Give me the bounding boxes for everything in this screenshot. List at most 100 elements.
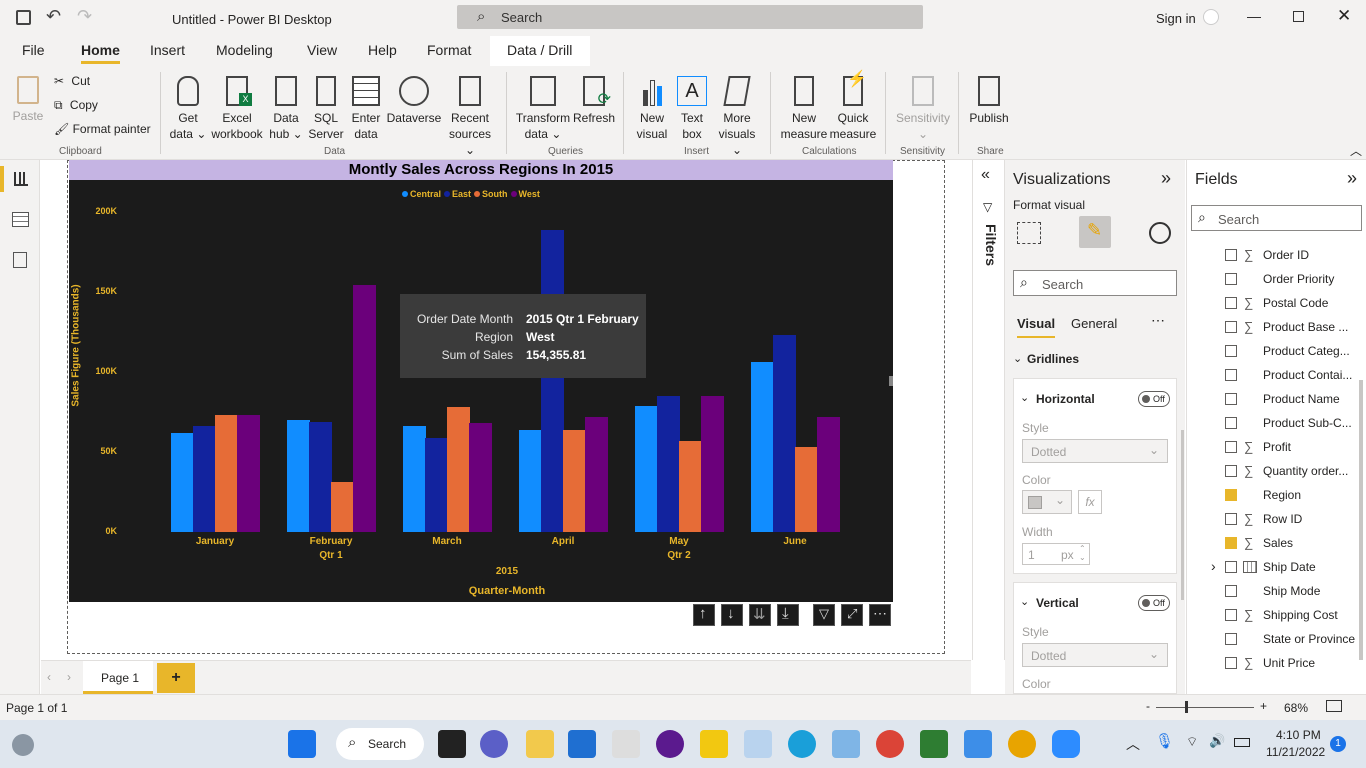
transform-data-button[interactable]: Transform data ⌄ (514, 76, 572, 142)
media-player-icon[interactable] (656, 730, 684, 758)
clock-date[interactable]: 11/21/2022 (1266, 745, 1325, 759)
field-checkbox[interactable] (1225, 585, 1237, 597)
field-item[interactable]: State or Province (1187, 628, 1357, 652)
bar-west-february[interactable] (353, 285, 376, 532)
clock-time[interactable]: 4:10 PM (1276, 728, 1321, 742)
field-checkbox[interactable] (1225, 321, 1237, 333)
chart-legend[interactable]: Central East South West (399, 189, 540, 199)
task-view-icon[interactable] (438, 730, 466, 758)
bar-east-march[interactable] (425, 437, 448, 532)
field-checkbox[interactable] (1225, 561, 1237, 573)
recent-sources-button[interactable]: Recent sources ⌄ (444, 76, 496, 158)
horizontal-toggle[interactable]: Off (1138, 391, 1170, 407)
tools-icon[interactable] (832, 730, 860, 758)
excel-workbook-button[interactable]: X Excel workbook (210, 76, 264, 142)
field-item[interactable]: ∑ Product Base ... (1187, 316, 1357, 340)
model-view-icon[interactable] (13, 252, 27, 268)
chevron-up-icon[interactable]: ︿ (1126, 734, 1140, 754)
sql-server-button[interactable]: SQL Server (306, 76, 346, 142)
maximize-button[interactable] (1293, 11, 1304, 22)
legend-label[interactable]: East (452, 189, 471, 199)
field-item[interactable]: Product Contai... (1187, 364, 1357, 388)
collapse-pane-icon[interactable]: » (1161, 168, 1171, 189)
copy-button[interactable]: ⧉ Copy (54, 98, 98, 113)
bar-central-april[interactable] (519, 429, 542, 532)
bar-central-may[interactable] (635, 405, 658, 532)
report-view-icon[interactable] (0, 166, 4, 192)
legend-label[interactable]: Central (410, 189, 441, 199)
drill-down-icon[interactable]: ↓ (721, 604, 743, 626)
new-measure-button[interactable]: New measure (778, 76, 830, 142)
volume-icon[interactable]: 🔊 (1209, 733, 1225, 749)
chevron-down-icon[interactable]: ⌄ (1020, 595, 1029, 608)
field-item[interactable]: ∑ Unit Price (1187, 652, 1357, 676)
paste-button[interactable]: Paste (10, 76, 46, 124)
avatar[interactable] (1203, 9, 1219, 25)
global-search[interactable]: ⌕ Search (457, 5, 923, 29)
tab-view[interactable]: View (307, 42, 337, 58)
bar-central-june[interactable] (751, 362, 774, 532)
collapse-pane-icon[interactable]: » (1347, 168, 1357, 189)
store-icon[interactable] (568, 730, 596, 758)
cut-button[interactable]: ✂ Cut (54, 74, 90, 88)
expand-filters-icon[interactable]: « (981, 166, 990, 184)
expand-hierarchy-icon[interactable]: ⤓ (777, 604, 799, 626)
bar-south-june[interactable] (795, 447, 818, 532)
chart-app-icon[interactable] (920, 730, 948, 758)
focus-mode-icon[interactable]: ⤢ (841, 604, 863, 626)
format-painter-button[interactable]: 🖌 Format painter (54, 122, 151, 136)
field-checkbox[interactable] (1225, 513, 1237, 525)
add-page-button[interactable]: + (157, 663, 195, 693)
edge-icon[interactable] (788, 730, 816, 758)
close-button[interactable]: ✕ (1337, 6, 1351, 26)
bar-south-may[interactable] (679, 440, 702, 532)
bar-east-february[interactable] (309, 421, 332, 532)
field-item[interactable]: Order Priority (1187, 268, 1357, 292)
wifi-icon[interactable]: ⌔ (1186, 734, 1198, 750)
more-options-icon[interactable]: ⋯ (869, 604, 891, 626)
style-dropdown[interactable]: Dotted ⌄ (1022, 439, 1168, 463)
field-item[interactable]: Region (1187, 484, 1357, 508)
field-checkbox[interactable] (1225, 345, 1237, 357)
field-checkbox[interactable] (1225, 489, 1237, 501)
field-checkbox[interactable] (1225, 657, 1237, 669)
tab-insert[interactable]: Insert (150, 42, 185, 58)
field-checkbox[interactable] (1225, 417, 1237, 429)
chevron-right-icon[interactable]: › (67, 670, 71, 684)
chevron-right-icon[interactable]: › (1211, 558, 1216, 574)
filter-icon[interactable]: ▽ (813, 604, 835, 626)
bar-west-april[interactable] (585, 416, 608, 532)
bar-west-march[interactable] (469, 423, 492, 532)
field-checkbox[interactable] (1225, 441, 1237, 453)
field-item[interactable]: Product Categ... (1187, 340, 1357, 364)
bar-central-march[interactable] (403, 426, 426, 532)
field-checkbox[interactable] (1225, 393, 1237, 405)
sensitivity-button[interactable]: Sensitivity ⌄ (892, 76, 954, 142)
field-item[interactable]: ∑ Sales (1187, 532, 1357, 556)
chevron-left-icon[interactable]: ‹ (47, 670, 51, 684)
collapse-ribbon-icon[interactable]: ︿ (1350, 142, 1362, 159)
tab-help[interactable]: Help (368, 42, 397, 58)
legend-label[interactable]: South (482, 189, 508, 199)
field-item[interactable]: ∑ Shipping Cost (1187, 604, 1357, 628)
file-explorer-icon[interactable] (526, 730, 554, 758)
bar-south-march[interactable] (447, 407, 470, 532)
fx-icon[interactable]: fx (1078, 490, 1102, 514)
bar-west-may[interactable] (701, 396, 724, 532)
color-picker[interactable]: ⌄ (1022, 490, 1072, 514)
notification-badge[interactable]: 1 (1330, 736, 1346, 752)
gridlines-section-header[interactable]: Gridlines (1027, 352, 1079, 366)
battery-icon[interactable] (1234, 738, 1250, 747)
bar-central-january[interactable] (171, 432, 194, 532)
more-options-icon[interactable]: ⋯ (1151, 312, 1165, 329)
bar-central-february[interactable] (287, 420, 310, 532)
more-visuals-button[interactable]: More visuals ⌄ (712, 76, 762, 158)
data-hub-button[interactable]: Data hub ⌄ (266, 76, 306, 142)
field-checkbox[interactable] (1225, 297, 1237, 309)
quick-measure-button[interactable]: ⚡ Quick measure (828, 72, 878, 142)
tab-file[interactable]: File (22, 42, 45, 58)
bar-west-june[interactable] (817, 416, 840, 532)
field-checkbox[interactable] (1225, 369, 1237, 381)
legend-label[interactable]: West (519, 189, 540, 199)
zoom-in-button[interactable]: + (1260, 699, 1267, 713)
